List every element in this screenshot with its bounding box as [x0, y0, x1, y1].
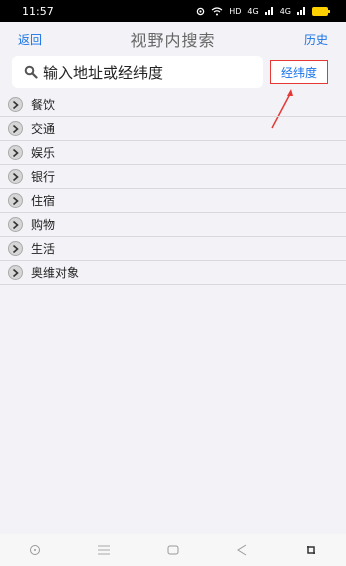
- rotate-button[interactable]: [296, 540, 326, 560]
- wifi-icon: [211, 6, 223, 15]
- coordinate-search-button[interactable]: 经纬度: [270, 60, 328, 84]
- category-item-ovital-objects[interactable]: 奥维对象: [0, 261, 346, 285]
- menu-button[interactable]: [89, 540, 119, 560]
- search-input[interactable]: 输入地址或经纬度: [12, 56, 263, 88]
- search-icon: [24, 65, 38, 79]
- rotate-icon: [307, 546, 316, 554]
- home-button[interactable]: [158, 540, 188, 560]
- category-item-transport[interactable]: 交通: [0, 117, 346, 141]
- location-icon: [196, 7, 205, 15]
- chevron-right-icon: [8, 193, 23, 208]
- category-label: 生活: [31, 242, 56, 256]
- category-label: 住宿: [31, 194, 56, 208]
- circle-dot-icon: [29, 545, 40, 555]
- history-button[interactable]: 历史: [304, 31, 328, 48]
- category-item-life[interactable]: 生活: [0, 237, 346, 261]
- hd-badge: HD: [229, 6, 242, 16]
- category-item-dining[interactable]: 餐饮: [0, 93, 346, 117]
- back-nav-button[interactable]: [227, 540, 257, 560]
- category-label: 交通: [31, 122, 56, 136]
- chevron-right-icon: [8, 145, 23, 160]
- category-item-lodging[interactable]: 住宿: [0, 189, 346, 213]
- battery-icon: [312, 6, 330, 16]
- category-label: 奥维对象: [31, 266, 80, 280]
- square-icon: [167, 545, 179, 555]
- signal-label-1: 4G: [247, 6, 259, 16]
- category-label: 娱乐: [31, 146, 56, 160]
- category-item-bank[interactable]: 银行: [0, 165, 346, 189]
- category-label: 银行: [31, 170, 56, 184]
- chevron-right-icon: [8, 121, 23, 136]
- menu-icon: [97, 545, 110, 555]
- back-button[interactable]: 返回: [18, 31, 42, 48]
- category-item-shopping[interactable]: 购物: [0, 213, 346, 237]
- chevron-right-icon: [8, 97, 23, 112]
- chevron-right-icon: [8, 241, 23, 256]
- chevron-right-icon: [8, 169, 23, 184]
- status-bar: 11:57 HD 4G 4G: [0, 0, 346, 22]
- nav-bar: 返回 视野内搜索 历史: [0, 22, 346, 56]
- category-item-entertainment[interactable]: 娱乐: [0, 141, 346, 165]
- chevron-right-icon: [8, 217, 23, 232]
- search-row: 输入地址或经纬度 经纬度: [0, 56, 346, 90]
- signal-icon: [264, 7, 273, 15]
- page-title: 视野内搜索: [130, 31, 216, 50]
- search-placeholder: 输入地址或经纬度: [43, 63, 164, 82]
- system-navigation-bar: [0, 534, 346, 566]
- signal-label-2: 4G: [279, 6, 291, 16]
- category-label: 购物: [31, 218, 56, 232]
- triangle-back-icon: [237, 544, 247, 556]
- assistant-button[interactable]: [20, 540, 50, 560]
- chevron-right-icon: [8, 265, 23, 280]
- coordinate-search-label: 经纬度: [280, 65, 317, 80]
- category-list: 餐饮 交通 娱乐 银行 住宿 购物 生活 奥维对象: [0, 93, 346, 285]
- signal-icon-2: [297, 7, 305, 15]
- status-icons: HD 4G 4G: [196, 6, 330, 16]
- status-time: 11:57: [22, 4, 54, 18]
- category-label: 餐饮: [31, 98, 56, 112]
